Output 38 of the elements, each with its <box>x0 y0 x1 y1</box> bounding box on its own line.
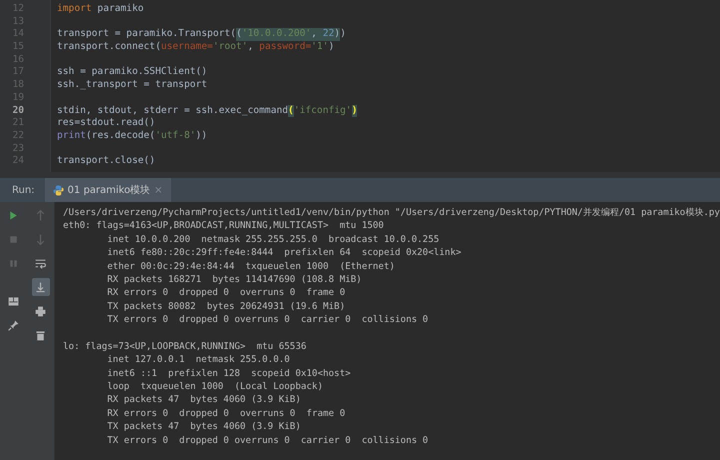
console-line: TX errors 0 dropped 0 overruns 0 carrier 0 collisions 0 <box>106 314 428 326</box>
console-line: inet6 fe80::20c:29ff:fe4e:8444 prefixlen 64 scopeid 0x20<link> <box>106 247 462 258</box>
console-line: inet 127.0.0.1 netmask 255.0.0.0 <box>106 354 290 366</box>
console-line: TX packets 47 bytes 4060 (3.9 KiB) <box>106 421 301 432</box>
console-line: RX packets 168271 bytes 114147690 (108.8 MiB) <box>106 274 362 285</box>
code-line: stdin, stdout, stderr = ssh.exec_command('ifconfig') <box>57 104 358 118</box>
up-arrow-icon <box>34 208 47 222</box>
console-line: inet6 ::1 prefixlen 128 scopeid 0x10<host> <box>106 368 351 379</box>
console-line: /Users/driverzeng/PycharmProjects/untitled1/venv/bin/python "/Users/driverzeng/Desktop/PYTHON/并发编程/01 paramiko模块.py <box>63 207 720 218</box>
soft-wrap-icon <box>34 256 47 270</box>
scroll-to-end-icon <box>34 280 47 294</box>
code-line: ssh = paramiko.SSHClient() <box>57 66 208 80</box>
trash-icon <box>34 328 47 342</box>
code-line: transport.close() <box>57 155 156 168</box>
code-line: import paramiko <box>57 3 144 16</box>
run-tab[interactable]: 01 paramiko模块 × <box>44 178 171 202</box>
code-line: print(res.decode('utf-8')) <box>57 130 208 143</box>
console-line: RX errors 0 dropped 0 overruns 0 frame 0 <box>106 408 346 419</box>
run-label: Run: <box>12 184 35 196</box>
down-arrow-icon <box>34 232 47 246</box>
line-number: 20 <box>11 104 25 118</box>
code-line: transport.connect(username='root', password='1') <box>57 41 334 54</box>
console-line: RX packets 47 bytes 4060 (3.9 KiB) <box>106 394 301 406</box>
pin-icon <box>7 318 20 332</box>
console-line: eth0: flags=4163<UP,BROADCAST,RUNNING,MULTICAST> mtu 1500 <box>63 220 384 232</box>
scroll-to-end-button[interactable] <box>32 278 50 296</box>
console-line: loop txqueuelen 1000 (Local Loopback) <box>106 381 323 392</box>
console-line: TX packets 80082 bytes 20624931 (19.6 MiB) <box>106 300 346 312</box>
layout-icon <box>7 294 20 308</box>
console-line: TX errors 0 dropped 0 overruns 0 carrier 0 collisions 0 <box>106 434 428 446</box>
console-line: lo: flags=73<UP,LOOPBACK,RUNNING> mtu 65536 <box>63 340 306 352</box>
python-icon <box>52 184 64 196</box>
print-icon <box>34 304 47 318</box>
console-line: ether 00:0c:29:4e:84:44 txqueuelen 1000 (Ethernet) <box>106 260 395 272</box>
console-line: RX errors 0 dropped 0 overruns 0 frame 0 <box>106 287 346 298</box>
code-line: res=stdout.read() <box>57 117 156 130</box>
console-line: inet 10.0.0.200 netmask 255.255.255.0 broadcast 10.0.0.255 <box>106 234 440 245</box>
code-line: ssh._transport = transport <box>57 79 208 92</box>
